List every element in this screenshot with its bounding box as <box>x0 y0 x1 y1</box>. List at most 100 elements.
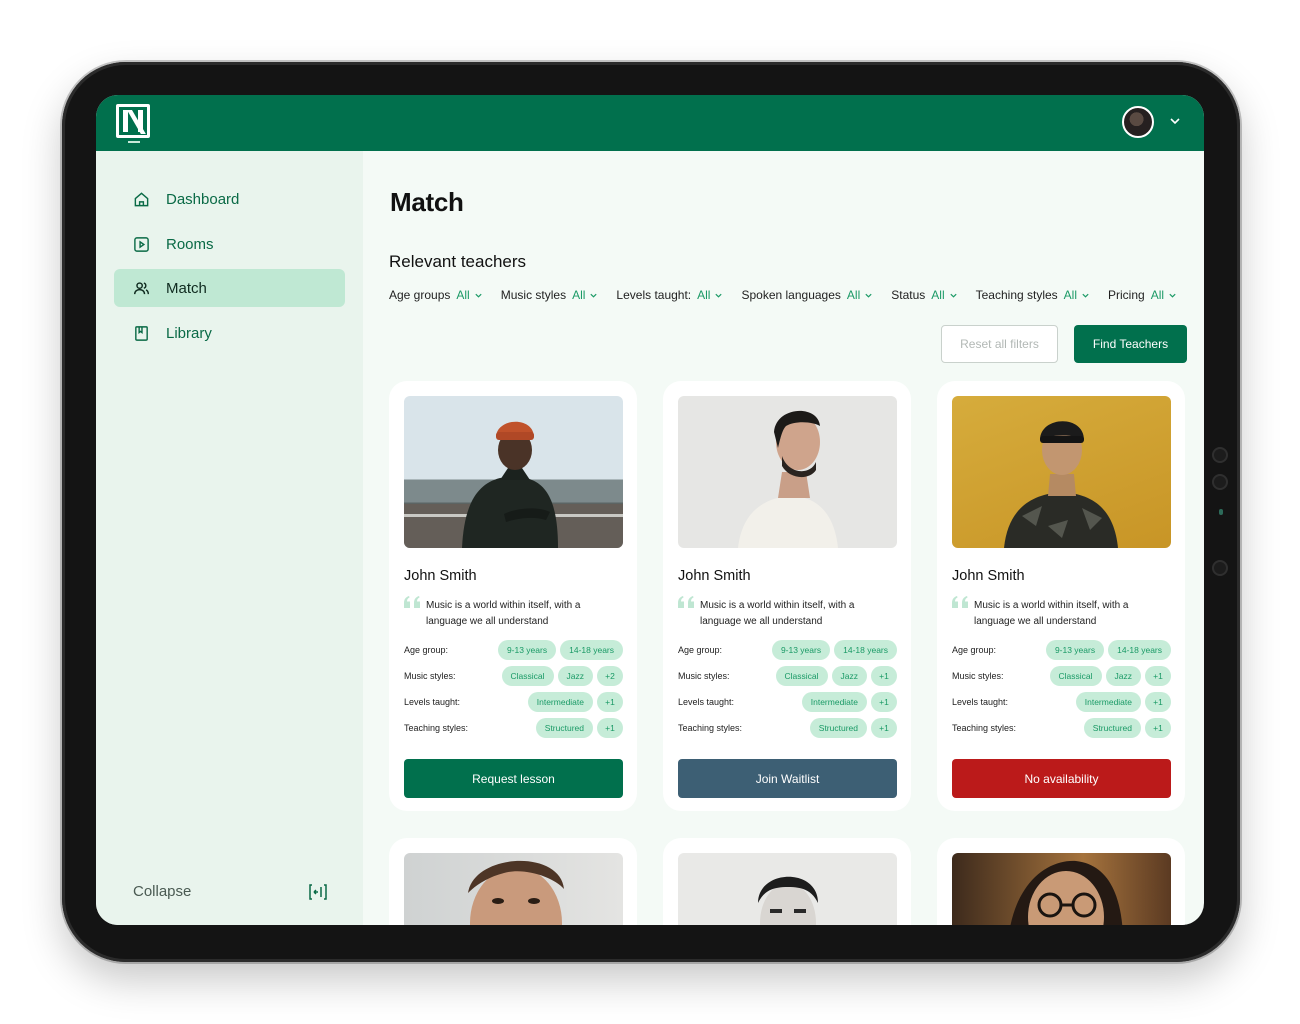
attr-label: Teaching styles: <box>678 723 743 733</box>
filter-value: All <box>1150 288 1165 302</box>
page-title: Match <box>390 187 464 217</box>
more-tags-chip[interactable]: +1 <box>1145 666 1171 686</box>
teacher-photo-illustration <box>1004 421 1118 548</box>
play-square-icon <box>134 236 149 252</box>
tag-chip: Classical <box>1049 666 1102 686</box>
sidebar-item-rooms[interactable]: Rooms <box>114 225 345 263</box>
teacher-quote: Music is a world within itself, with a l… <box>426 600 581 627</box>
camera-dot <box>1212 560 1228 576</box>
filter-status[interactable]: Status All <box>891 288 957 302</box>
attr-label: Levels taught: <box>404 697 461 707</box>
levels-taught-row: Levels taught: Intermediate +1 <box>404 691 623 713</box>
teacher-name: John Smith <box>404 568 477 584</box>
filter-spoken-languages[interactable]: Spoken languages All <box>741 288 873 302</box>
quote-icon <box>952 596 968 608</box>
filter-value: All <box>572 288 586 302</box>
filter-label: Pricing <box>1108 288 1145 302</box>
filter-label: Spoken languages <box>741 288 841 302</box>
user-avatar[interactable] <box>1122 106 1154 138</box>
tag-chip: 9-13 years <box>1045 640 1105 660</box>
quote-icon <box>678 596 694 608</box>
filter-teaching-styles[interactable]: Teaching styles All <box>976 288 1090 302</box>
filter-value: All <box>1063 288 1078 302</box>
tag-chip: 14-18 years <box>560 640 623 660</box>
attr-label: Music styles: <box>678 671 730 681</box>
age-group-row: Age group: 9-13 years 14-18 years <box>678 639 897 661</box>
teacher-card: John Smith Music is a world within itsel… <box>663 381 911 811</box>
filter-levels-taught[interactable]: Levels taught: All <box>616 288 723 302</box>
teacher-quote: Music is a world within itself, with a l… <box>700 600 855 627</box>
tag-chip: Classical <box>501 666 554 686</box>
tag-chip: Intermediate <box>801 692 867 712</box>
find-teachers-button[interactable]: Find Teachers <box>1074 325 1187 363</box>
teacher-photo-illustration <box>1010 860 1123 925</box>
teaching-styles-row: Teaching styles: Structured +1 <box>952 717 1171 739</box>
book-icon <box>135 325 148 341</box>
tag-chip: Intermediate <box>1075 692 1141 712</box>
more-tags-chip[interactable]: +1 <box>1145 718 1171 738</box>
sidebar-item-match[interactable]: Match <box>114 269 345 307</box>
sidebar-item-library[interactable]: Library <box>114 314 345 352</box>
filter-age-groups[interactable]: Age groups All <box>389 288 483 302</box>
age-group-row: Age group: 9-13 years 14-18 years <box>952 639 1171 661</box>
more-tags-chip[interactable]: +1 <box>1145 692 1171 712</box>
tag-chip: Intermediate <box>527 692 593 712</box>
sidebar-item-label: Match <box>166 279 207 297</box>
sidebar-item-dashboard[interactable]: Dashboard <box>114 180 345 218</box>
more-tags-chip[interactable]: +1 <box>871 692 897 712</box>
attr-label: Age group: <box>952 645 997 655</box>
filter-bar: Age groups All Music styles All Levels tau… <box>389 288 1177 302</box>
sidebar-item-label: Library <box>166 324 212 342</box>
filter-label: Levels taught: <box>616 288 692 302</box>
attr-label: Music styles: <box>952 671 1004 681</box>
filter-pricing[interactable]: Pricing All <box>1108 288 1177 302</box>
join-waitlist-button[interactable]: Join Waitlist <box>678 759 897 798</box>
teacher-photo-illustration <box>758 876 818 925</box>
filter-label: Music styles <box>500 288 567 302</box>
attr-label: Levels taught: <box>952 697 1009 707</box>
filter-value: All <box>846 288 861 302</box>
teacher-photo-illustration <box>738 410 838 548</box>
more-tags-chip[interactable]: +2 <box>597 666 623 686</box>
users-icon <box>133 281 150 294</box>
sidebar-item-label: Dashboard <box>166 190 240 208</box>
attr-label: Teaching styles: <box>404 723 469 733</box>
sidebar: Dashboard Rooms Match Library Collapse <box>96 151 363 925</box>
attr-label: Music styles: <box>404 671 456 681</box>
chevron-down-icon <box>950 293 957 298</box>
camera-dot <box>1212 447 1228 463</box>
collapse-sidebar-icon[interactable] <box>308 883 328 901</box>
tag-chip: Jazz <box>557 666 593 686</box>
teacher-name: John Smith <box>678 568 751 584</box>
teacher-photo <box>404 396 623 548</box>
tag-chip: Structured <box>535 718 593 738</box>
tag-chip: Structured <box>1083 718 1141 738</box>
chevron-down-icon <box>590 293 598 298</box>
more-tags-chip[interactable]: +1 <box>597 692 623 712</box>
no-availability-button[interactable]: No availability <box>952 759 1171 798</box>
more-tags-chip[interactable]: +1 <box>871 666 897 686</box>
tag-chip: Jazz <box>831 666 867 686</box>
filter-music-styles[interactable]: Music styles All <box>501 288 599 302</box>
teacher-photo-illustration <box>468 860 564 925</box>
collapse-label[interactable]: Collapse <box>133 883 191 900</box>
more-tags-chip[interactable]: +1 <box>871 718 897 738</box>
teacher-photo <box>678 853 897 925</box>
chevron-down-icon <box>1169 293 1176 298</box>
filter-value: All <box>697 288 711 302</box>
app-screen: Dashboard Rooms Match Library Collapse M… <box>96 95 1204 925</box>
tag-chip: 9-13 years <box>497 640 557 660</box>
teacher-photo-illustration <box>404 421 623 548</box>
chevron-down-icon[interactable] <box>1168 114 1182 128</box>
tag-chip: Classical <box>775 666 828 686</box>
teacher-photo <box>952 396 1171 548</box>
sensor-dot <box>1219 509 1223 515</box>
n-logo-icon[interactable] <box>116 104 150 143</box>
quote-icon <box>404 596 420 608</box>
request-lesson-button[interactable]: Request lesson <box>404 759 623 798</box>
tag-chip: Structured <box>809 718 867 738</box>
reset-filters-button[interactable]: Reset all filters <box>941 325 1058 363</box>
filter-label: Age groups <box>389 288 451 302</box>
more-tags-chip[interactable]: +1 <box>597 718 623 738</box>
filter-label: Status <box>891 288 926 302</box>
